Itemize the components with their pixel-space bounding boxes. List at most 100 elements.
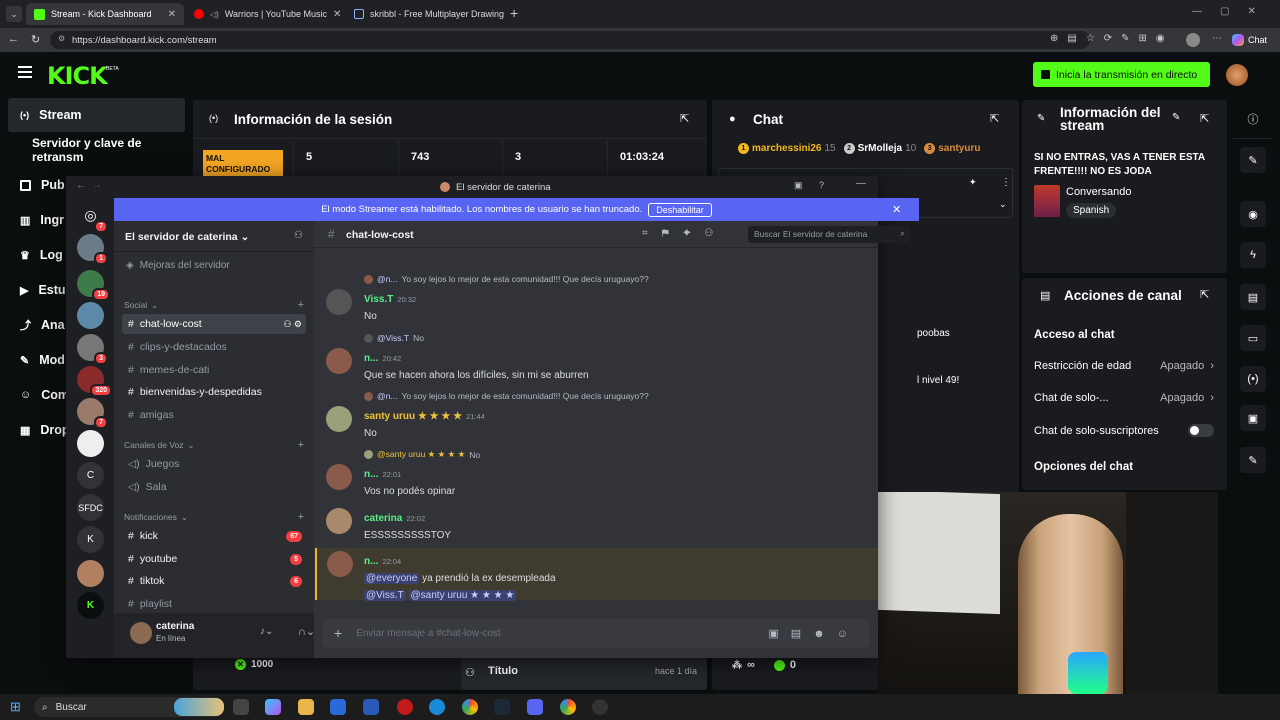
category-label[interactable]: Conversando [1066,186,1131,198]
server-avatar[interactable]: 7 [77,398,108,429]
avatar[interactable] [130,622,152,644]
message[interactable]: caterina 22:02 ESSSSSSSSSTOY [316,506,876,542]
server-avatar[interactable]: K [77,526,104,553]
message-author[interactable]: caterina [364,513,402,524]
subscribers-only-toggle[interactable] [1188,424,1214,437]
popout-icon[interactable]: ⇱ [1200,112,1209,125]
back-icon[interactable]: ← [8,33,19,45]
profile-avatar[interactable] [1186,33,1200,47]
tab-skribbl[interactable]: skribbl - Free Multiplayer Drawing ✕ [346,3,504,25]
avatar[interactable] [326,289,352,315]
followers-only-row[interactable]: Chat de solo-... Apagado › [1034,392,1214,404]
chevron-down-icon[interactable]: ⌄ [999,199,1007,210]
task-view-icon[interactable] [233,699,249,715]
toolbar-icons[interactable]: ⊕▤☆⟳✎⊞◉ [1050,33,1174,44]
discord-taskbar-icon[interactable] [527,699,543,715]
server-avatar[interactable]: 1 [77,234,108,265]
close-tab-icon[interactable]: ✕ [333,9,341,20]
category-social[interactable]: Social ⌄ + [124,299,304,311]
popout-icon[interactable]: ⇱ [680,112,689,125]
reply-preview[interactable]: @Viss.T No [364,333,424,343]
leader-3[interactable]: 3 santyuru [924,143,980,154]
server-avatar[interactable]: C [77,462,104,489]
message-author[interactable]: n... [364,353,378,364]
kick-server-icon[interactable]: K [77,592,104,619]
subscribers-only-row[interactable]: Chat de solo-suscriptores [1034,424,1214,437]
site-info-icon[interactable]: ⚙ [58,34,65,43]
avatar[interactable] [326,406,352,432]
message[interactable]: @n... Yo soy lejos lo mejor de esta comun… [316,389,876,439]
server-avatar[interactable]: SFDC [77,494,104,521]
chrome-icon[interactable] [462,699,478,715]
channel-amigas[interactable]: # amigas [122,405,306,425]
channel-tiktok[interactable]: # tiktok 6 [122,571,306,591]
channel-kick[interactable]: # kick 67 [122,526,306,546]
url-field[interactable]: ⚙ https://dashboard.kick.com/stream [50,31,1090,49]
chat-icon[interactable]: ▭ [1240,325,1266,351]
reload-icon[interactable]: ↻ [31,33,40,46]
avatar[interactable] [326,464,352,490]
minimize-icon[interactable]: — [856,178,866,189]
category-thumbnail[interactable] [1034,185,1060,217]
store-icon[interactable] [330,699,346,715]
message[interactable]: @Viss.T No n... 20:42 Que se hacen ahora lo… [316,331,876,381]
outlook-icon[interactable] [363,699,379,715]
voice-channel-sala[interactable]: ◁) Sala [122,477,306,497]
server-avatar[interactable] [77,560,104,587]
server-avatar[interactable] [77,430,104,457]
speaker-icon[interactable]: ◁) [210,10,219,19]
message-composer[interactable]: + Enviar mensaje a #chat-low-cost ▣▤☻☺ [322,618,870,648]
document-icon[interactable]: ▤ [1240,284,1266,310]
edge-icon[interactable] [429,699,445,715]
camera-icon[interactable]: ◉ [1240,201,1266,227]
help-icon[interactable]: ? [819,180,824,190]
mention[interactable]: @Viss.T [364,590,406,601]
obs-icon[interactable] [592,699,608,715]
tab-search-icon[interactable]: ⌄ [6,6,22,22]
copilot-chat-button[interactable]: Chat [1232,32,1267,48]
file-explorer-icon[interactable] [298,699,314,715]
back-icon[interactable]: ← [76,180,86,191]
chrome-profile-icon[interactable] [560,699,576,715]
disable-streamer-mode-button[interactable]: Deshabilitar [648,202,712,217]
mention[interactable]: @everyone [364,573,420,584]
channel-settings-icon[interactable]: ⚇ ⚙ [283,319,302,330]
windows-start-icon[interactable]: ⊞ [10,699,21,715]
tab-youtube-music[interactable]: ◁) Warriors | YouTube Music ✕ [186,3,344,25]
pin-icon[interactable]: ✦ [969,177,977,188]
message-author[interactable]: Viss.T [364,294,393,305]
message[interactable]: @n... Yo soy lejos lo mejor de esta comun… [316,272,876,322]
channel-youtube[interactable]: # youtube 5 [122,549,306,569]
voice-channel-juegos[interactable]: ◁) Juegos [122,454,306,474]
taskbar-search[interactable]: ⌕ Buscar [34,697,224,717]
popout-icon[interactable]: ⇱ [1200,288,1209,301]
microphone-icon[interactable]: ♪⌄ [260,626,273,637]
reply-preview[interactable]: @n... Yo soy lejos lo mejor de esta comun… [364,274,649,284]
message-author[interactable]: santy uruu ★ ★ ★ ★ [364,411,462,422]
reply-preview[interactable]: @santy uruu ★ ★ ★ ★ No [364,449,480,460]
channel-chat-low-cost[interactable]: # chat-low-cost ⚇ ⚙ [122,314,306,334]
edit-icon[interactable]: ✎ [1240,147,1266,173]
steam-icon[interactable] [494,699,510,715]
search-input[interactable]: Buscar El servidor de caterina ⌕ [748,226,910,243]
server-boost-link[interactable]: ◈ Mejoras del servidor [126,260,230,271]
more-options-icon[interactable]: ⋮ [1001,177,1011,188]
more-menu-icon[interactable]: ⋯ [1212,33,1222,44]
category-voice[interactable]: Canales de Voz ⌄ + [124,439,304,451]
channel-playlist[interactable]: # playlist [122,594,306,614]
channel-clips[interactable]: # clips-y-destacados [122,337,306,357]
info-icon[interactable]: ⓘ [1240,106,1266,132]
opera-icon[interactable] [397,699,413,715]
server-name[interactable]: El servidor de caterina ⌄ [125,231,249,243]
discord-home-icon[interactable]: ◎ 7 [77,202,108,233]
channel-bienvenidas[interactable]: # bienvenidas-y-despedidas [122,382,306,402]
inbox-icon[interactable]: ▣ [794,180,803,191]
lightning-icon[interactable]: ϟ [1240,242,1266,268]
popout-icon[interactable]: ⇱ [990,112,999,125]
copilot-icon[interactable] [265,699,281,715]
avatar[interactable] [326,348,352,374]
server-avatar[interactable]: 3 [77,334,108,365]
server-avatar[interactable] [77,302,104,329]
headphones-icon[interactable]: ∩⌄ [298,625,315,638]
close-tab-icon[interactable]: ✕ [168,9,176,20]
